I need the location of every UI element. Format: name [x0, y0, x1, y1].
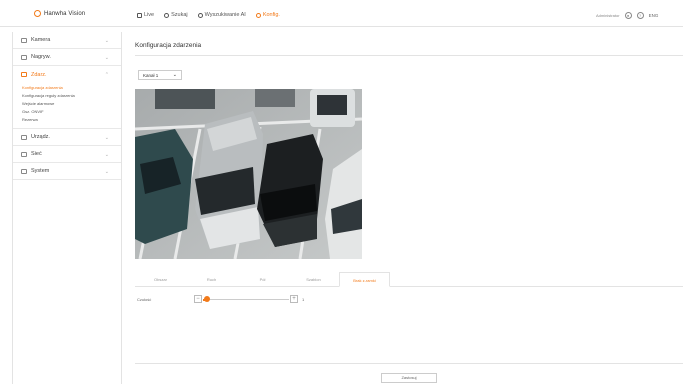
logo-text: Hanwha Vision	[44, 10, 86, 17]
nav-live-label: Live	[144, 12, 155, 18]
camera-icon	[21, 37, 27, 43]
tab-motion[interactable]: Ruch	[186, 272, 237, 286]
tab-no-frame[interactable]: Brak z-ramki	[339, 272, 390, 287]
divider	[135, 363, 683, 364]
network-icon	[21, 151, 27, 157]
sidebar-item-label: System	[31, 168, 50, 174]
sidebar-item-record[interactable]: Nagryw. ⌄	[13, 49, 121, 66]
nav-search[interactable]: Szukaj	[164, 12, 188, 18]
gear-icon	[255, 12, 261, 18]
nav-ai-search-label: Wyszukiwanie AI	[204, 12, 246, 18]
nav-live[interactable]: Live	[137, 12, 154, 18]
monitor-icon	[137, 12, 142, 18]
sidebar-item-label: Sieć	[31, 151, 42, 157]
channel-select-value: Kanał 1	[143, 72, 159, 78]
sidebar-item-label: Urządz.	[31, 134, 50, 140]
sidebar-item-camera[interactable]: Kamera ⌄	[13, 32, 121, 49]
sidebar-item-device[interactable]: Urządz. ⌄	[13, 129, 121, 146]
submenu-alarm-input[interactable]: Wejście alarmowe	[22, 100, 121, 108]
divider	[135, 55, 683, 56]
decrease-button[interactable]: −	[194, 295, 202, 303]
user-name[interactable]: Administrator	[596, 13, 620, 18]
event-submenu: Konfiguracja zdarzenia Konfiguracja regu…	[13, 83, 121, 129]
camera-preview	[135, 89, 362, 259]
config-tabs: Obszar Ruch Pół Szablon Brak z-ramki	[135, 272, 683, 287]
parking-lot-image	[135, 89, 362, 259]
sidebar-item-system[interactable]: System ⌄	[13, 163, 121, 180]
sidebar-item-label: Kamera	[31, 37, 51, 43]
submenu-onvif[interactable]: Gsz. ONVIF	[22, 108, 121, 116]
channel-select[interactable]: Kanał 1 ⌄	[138, 70, 182, 80]
brand-logo[interactable]: Hanwha Vision	[34, 10, 85, 17]
record-icon	[21, 54, 27, 60]
chevron-down-icon: ⌄	[104, 55, 109, 61]
sidebar-item-label: Zdarz.	[31, 71, 47, 78]
tab-template[interactable]: Szablon	[288, 272, 339, 286]
page-title: Konfiguracja zdarzenia	[135, 42, 202, 49]
chevron-down-icon: ⌄	[104, 169, 109, 175]
help-icon[interactable]: ?	[636, 12, 644, 19]
top-bar: Hanwha Vision Live Szukaj Wyszukiwanie A…	[0, 0, 683, 27]
search-icon	[164, 12, 170, 18]
submenu-event-rule[interactable]: Konfiguracja reguły zdarzenia	[22, 92, 121, 100]
ai-search-icon	[197, 12, 203, 18]
nav-config-label: Konfig.	[262, 12, 280, 18]
nav-search-label: Szukaj	[171, 12, 188, 18]
apply-button[interactable]: Zastosuj	[381, 373, 437, 383]
system-icon	[21, 168, 27, 174]
tab-area[interactable]: Obszar	[135, 272, 186, 286]
increase-button[interactable]: +	[290, 295, 298, 303]
sidebar-item-network[interactable]: Sieć ⌄	[13, 146, 121, 163]
top-right-controls: Administrator ● ? ENG	[596, 12, 658, 19]
sensitivity-value: 1	[302, 297, 305, 302]
chevron-down-icon: ⌄	[104, 38, 109, 44]
nav-config[interactable]: Konfig.	[255, 12, 280, 18]
sidebar-item-label: Nagryw.	[31, 54, 51, 60]
chevron-down-icon: ⌄	[104, 135, 109, 141]
sidebar: Kamera ⌄ Nagryw. ⌄ Zdarz. ⌃ Konfiguracja…	[12, 32, 122, 384]
chevron-down-icon: ⌄	[172, 72, 177, 78]
language-selector[interactable]: ENG	[649, 13, 659, 18]
sensitivity-slider[interactable]	[203, 296, 289, 302]
submenu-reserve[interactable]: Rezerwa	[22, 116, 121, 124]
device-icon	[21, 134, 27, 140]
chevron-down-icon: ⌄	[104, 152, 109, 158]
user-icon[interactable]: ●	[624, 12, 632, 19]
sidebar-item-event[interactable]: Zdarz. ⌃	[13, 66, 121, 83]
tab-field[interactable]: Pół	[237, 272, 288, 286]
slider-thumb[interactable]	[204, 296, 211, 302]
submenu-event-setup[interactable]: Konfiguracja zdarzenia	[22, 84, 121, 92]
sensitivity-label: Czułość	[137, 297, 152, 302]
nav-ai-search[interactable]: Wyszukiwanie AI	[197, 12, 246, 18]
main-nav: Live Szukaj Wyszukiwanie AI Konfig.	[137, 12, 280, 18]
event-icon	[21, 72, 27, 77]
chevron-up-icon: ⌃	[104, 72, 109, 78]
logo-mark-icon	[34, 10, 41, 17]
